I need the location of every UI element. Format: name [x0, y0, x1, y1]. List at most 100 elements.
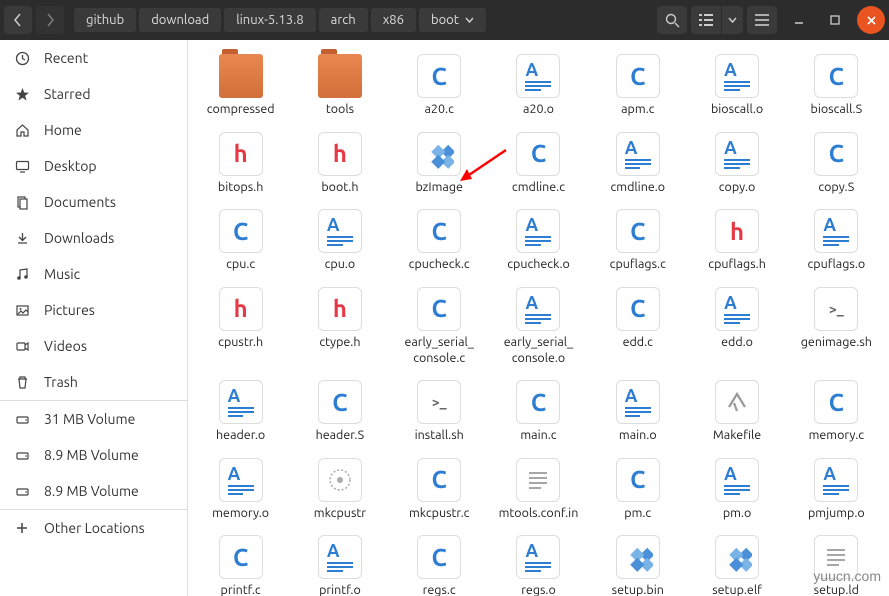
file-item[interactable]: setup.ld	[788, 531, 885, 596]
file-item[interactable]: Aearly_​serial_​console.o	[490, 283, 587, 370]
file-item[interactable]: >_genimage.sh	[788, 283, 885, 370]
file-item[interactable]: Aprintf.o	[291, 531, 388, 596]
file-item[interactable]: bzImage	[391, 128, 488, 200]
menu-button[interactable]	[747, 6, 777, 34]
file-area[interactable]: compressedtoolsCa20.cAa20.oCapm.cAbiosca…	[188, 40, 889, 596]
file-label: bioscall.S	[811, 102, 863, 118]
file-item[interactable]: Cmkcpustr.c	[391, 454, 488, 526]
object-file-icon: A	[318, 209, 362, 253]
breadcrumb-current[interactable]: boot	[419, 8, 486, 32]
file-label: apm.c	[621, 102, 654, 118]
close-button[interactable]	[857, 6, 885, 34]
sidebar-item-recent[interactable]: Recent	[0, 40, 187, 76]
sidebar-item-trash[interactable]: Trash	[0, 364, 187, 400]
maximize-button[interactable]	[821, 6, 849, 34]
file-item[interactable]: Cmain.c	[490, 376, 587, 448]
file-item[interactable]: >_install.sh	[391, 376, 488, 448]
file-item[interactable]: setup.elf	[688, 531, 785, 596]
file-item[interactable]: mtools.conf.in	[490, 454, 587, 526]
file-label: mkcpustr.c	[409, 506, 470, 522]
sidebar-volume[interactable]: 8.9 MB Volume	[0, 437, 187, 473]
file-item[interactable]: Aa20.o	[490, 50, 587, 122]
file-item[interactable]: Acopy.o	[688, 128, 785, 200]
file-item[interactable]: Acpu.o	[291, 205, 388, 277]
sidebar-item-desktop[interactable]: Desktop	[0, 148, 187, 184]
file-item[interactable]: Acpucheck.o	[490, 205, 587, 277]
object-file-icon: A	[715, 287, 759, 331]
file-item[interactable]: hboot.h	[291, 128, 388, 200]
sidebar-item-starred[interactable]: Starred	[0, 76, 187, 112]
file-item[interactable]: Cmemory.c	[788, 376, 885, 448]
file-item[interactable]: hctype.h	[291, 283, 388, 370]
sidebar-item-home[interactable]: Home	[0, 112, 187, 148]
file-item[interactable]: mkcpustr	[291, 454, 388, 526]
file-item[interactable]: Ccpuflags.c	[589, 205, 686, 277]
breadcrumb-item[interactable]: linux-5.13.8	[224, 8, 315, 32]
sidebar-item-documents[interactable]: Documents	[0, 184, 187, 220]
file-item[interactable]: Apm.o	[688, 454, 785, 526]
file-item[interactable]: Cpm.c	[589, 454, 686, 526]
file-item[interactable]: tools	[291, 50, 388, 122]
sidebar: RecentStarredHomeDesktop Documents Downloa…	[0, 40, 188, 596]
file-item[interactable]: Cregs.c	[391, 531, 488, 596]
sidebar-item-pictures[interactable]: Pictures	[0, 292, 187, 328]
file-label: memory.c	[809, 428, 864, 444]
file-item[interactable]: Aregs.o	[490, 531, 587, 596]
file-item[interactable]: Cheader.S	[291, 376, 388, 448]
file-item[interactable]: Cprintf.c	[192, 531, 289, 596]
file-label: pmjump.o	[808, 506, 865, 522]
file-label: setup.elf	[712, 583, 762, 596]
sidebar-volume[interactable]: 8.9 MB Volume	[0, 473, 187, 509]
sidebar-other-locations[interactable]: Other Locations	[0, 510, 187, 546]
close-icon	[866, 15, 877, 26]
file-label: copy.S	[818, 180, 854, 196]
binary-file-icon	[715, 535, 759, 579]
file-item[interactable]: Capm.c	[589, 50, 686, 122]
file-item[interactable]: hbitops.h	[192, 128, 289, 200]
text-file-icon	[516, 458, 560, 502]
file-item[interactable]: Acpuflags.o	[788, 205, 885, 277]
file-item[interactable]: hcpuflags.h	[688, 205, 785, 277]
breadcrumb-item[interactable]: x86	[371, 8, 416, 32]
object-file-icon: A	[516, 209, 560, 253]
file-item[interactable]: Amain.o	[589, 376, 686, 448]
sidebar-item-music[interactable]: Music	[0, 256, 187, 292]
file-item[interactable]: compressed	[192, 50, 289, 122]
file-label: cpucheck.c	[409, 257, 470, 273]
file-item[interactable]: Ccpu.c	[192, 205, 289, 277]
file-item[interactable]: Makefile	[688, 376, 785, 448]
file-item[interactable]: Cbioscall.S	[788, 50, 885, 122]
view-dropdown-button[interactable]	[721, 6, 743, 34]
view-list-button[interactable]	[691, 6, 721, 34]
file-item[interactable]: Ca20.c	[391, 50, 488, 122]
file-label: boot.h	[321, 180, 358, 196]
file-item[interactable]: Ccmdline.c	[490, 128, 587, 200]
breadcrumb-item[interactable]: download	[139, 8, 221, 32]
file-item[interactable]: Ccpucheck.c	[391, 205, 488, 277]
sidebar-item-videos[interactable]: Videos	[0, 328, 187, 364]
file-item[interactable]: Aheader.o	[192, 376, 289, 448]
file-item[interactable]: Ccopy.S	[788, 128, 885, 200]
breadcrumb-item[interactable]: arch	[319, 8, 368, 32]
file-item[interactable]: Cedd.c	[589, 283, 686, 370]
sidebar-item-downloads[interactable]: Downloads	[0, 220, 187, 256]
file-item[interactable]: Amemory.o	[192, 454, 289, 526]
sidebar-volume[interactable]: 31 MB Volume	[0, 401, 187, 437]
file-item[interactable]: Cearly_​serial_​console.c	[391, 283, 488, 370]
minimize-button[interactable]	[785, 6, 813, 34]
sidebar-label: Documents	[44, 194, 116, 210]
file-item[interactable]: Abioscall.o	[688, 50, 785, 122]
back-button[interactable]	[4, 6, 32, 34]
file-item[interactable]: hcpustr.h	[192, 283, 289, 370]
breadcrumb-item[interactable]: github	[74, 8, 136, 32]
file-item[interactable]: Acmdline.o	[589, 128, 686, 200]
file-item[interactable]: setup.bin	[589, 531, 686, 596]
file-item[interactable]: Apmjump.o	[788, 454, 885, 526]
forward-button[interactable]	[36, 6, 64, 34]
c-file-icon: C	[516, 132, 560, 176]
documents-icon	[14, 194, 30, 210]
search-button[interactable]	[657, 6, 687, 34]
file-item[interactable]: Aedd.o	[688, 283, 785, 370]
star-icon	[14, 86, 30, 102]
object-file-icon: A	[616, 132, 660, 176]
